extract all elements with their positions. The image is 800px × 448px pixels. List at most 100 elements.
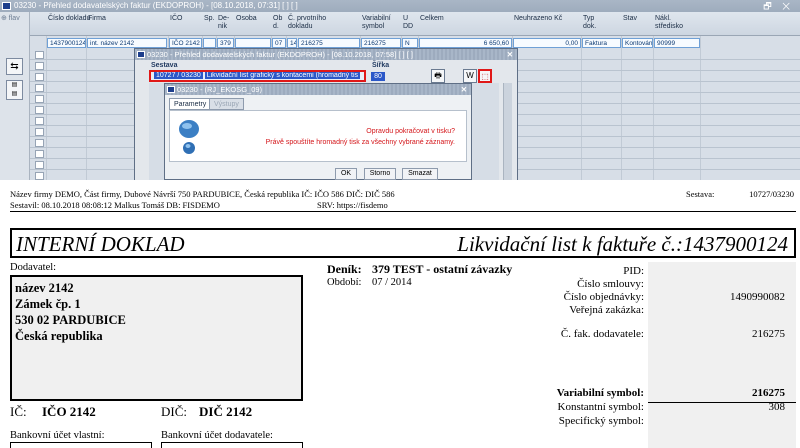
print-preview-icon[interactable]: 🖶 [431,69,445,83]
field-value-constant-symbol: 308 [768,401,786,413]
period-label: Období: [327,277,362,288]
app-logo-icon [167,86,175,93]
dic-label: DIČ: [161,404,187,419]
tab-outputs[interactable]: Výstupy [209,98,244,110]
dialog-title: 03230 - Přehled dodavatelských faktur (E… [147,50,413,59]
cell-d[interactable]: 14 [287,38,297,48]
field-label-contract: Číslo smlouvy: [577,278,644,290]
report-icon[interactable]: ▤ ▤ [6,80,23,100]
title-banner: INTERNÍ DOKLAD Likvidační list k faktuře… [10,228,796,258]
field-label-pid: PID: [623,265,644,277]
ic-value: IČO 2142 [42,404,96,419]
cell-osoba[interactable] [235,38,271,48]
row-checkbox[interactable] [35,106,44,114]
col-header-sestava: Sestava [151,62,178,69]
cell-doc-number[interactable]: 1437900124 [47,38,86,48]
col-header[interactable]: Ob d. [273,15,287,31]
row-checkbox[interactable] [35,62,44,70]
supplier-label: Dodavatel: [10,262,57,273]
cell-state[interactable]: Kontován [622,38,653,48]
doc-title: INTERNÍ DOKLAD [16,232,185,256]
cell-ob[interactable]: 07 [272,38,286,48]
cell-ico[interactable]: IČO 2142 [169,38,202,48]
field-value-supplier-invoice: 216275 [752,328,785,340]
tab-parameters[interactable]: Parametry [169,98,212,110]
cell-denik[interactable]: 379 [217,38,234,48]
cell-udd[interactable]: N [402,38,418,48]
close-icon[interactable]: ✕ [507,49,513,60]
col-header[interactable]: IČO [170,15,182,23]
col-header[interactable]: Typ dok. [583,15,603,31]
col-header[interactable]: Sp. [204,15,215,23]
ok-button[interactable]: OK [335,168,357,180]
cell-sp[interactable] [203,38,216,48]
dialog-title-bar: 03230 - (RJ_EKOSG_09) ✕ [165,84,471,95]
report-name: Likvidační list grafický s kontacemi (hr… [204,72,361,79]
dialog-title: 03230 - (RJ_EKOSG_09) [177,85,263,94]
col-header[interactable]: Neuhrazeno Kč [514,15,562,23]
doc-subtitle: Likvidační list k faktuře č.:1437900124 [457,232,788,256]
filter-icon[interactable]: ⇆ [6,58,23,75]
dic-value: DIČ 2142 [199,404,253,419]
cell-first-doc[interactable]: 216275 [298,38,360,48]
delete-button[interactable]: Smazat [402,168,438,180]
row-checkbox[interactable] [35,73,44,81]
col-header[interactable]: U DD [403,15,415,31]
field-label-constant-symbol: Konstantní symbol: [557,401,644,413]
col-header[interactable]: Č. prvotního dokladu [288,15,348,31]
header-divider [10,211,796,212]
table-row-selected[interactable]: 1437900124 int. název 2142 IČO 2142 379 … [30,38,800,48]
row-checkbox[interactable] [35,117,44,125]
cell-unpaid[interactable]: 0,00 [513,38,581,48]
col-header-sirka: Šířka [372,62,390,69]
report-id-label: Sestava: [686,189,715,199]
col-header[interactable]: Variabilní symbol [362,15,402,31]
report-document: Název firmy DEMO, Část firmy, Dubové Náv… [0,186,800,448]
col-header[interactable]: Firma [88,15,106,23]
row-checkbox[interactable] [35,95,44,103]
window-controls[interactable]: 🗗 ✕ [763,0,794,12]
period-value: 07 / 2014 [372,277,412,288]
cell-doc-type[interactable]: Faktura [582,38,621,48]
cell-var-symbol[interactable]: 216275 [361,38,401,48]
app-logo-icon [2,2,11,10]
supplier-box: název 2142 Zámek čp. 1 530 02 PARDUBICE … [10,275,303,401]
row-checkbox[interactable] [35,128,44,136]
cancel-button[interactable]: Storno [364,168,396,180]
supplier-line: název 2142 [15,281,74,295]
journal-value: 379 TEST - ostatní závazky [372,262,513,276]
row-checkbox[interactable] [35,139,44,147]
bank-supplier-box [161,442,303,448]
confirm-question: Opravdu pokračovat v tisku? [366,128,455,135]
scrollbar[interactable] [503,83,512,180]
col-header[interactable]: Osoba [236,15,257,23]
selected-report-row[interactable]: 10727 / 03230 Likvidační list grafický s… [149,70,366,82]
row-checkbox[interactable] [35,150,44,158]
col-header[interactable]: Nákl. středisko [655,15,700,31]
report-code: 10727 / 03230 [154,72,203,79]
supplier-line: Česká republika [15,329,103,343]
col-header[interactable]: Číslo dokladu [48,15,90,23]
report-width[interactable]: 80 [371,72,385,81]
app-title-bar: 03230 - Přehled dodavatelských faktur (E… [0,0,800,12]
col-header[interactable]: De-nik [218,15,232,31]
cell-cost-center[interactable]: 90999 [654,38,700,48]
row-checkbox[interactable] [35,84,44,92]
app-title: 03230 - Přehled dodavatelských faktur (E… [14,1,298,10]
row-checkbox[interactable] [35,172,44,180]
col-header[interactable]: Celkem [420,15,444,23]
row-checkbox[interactable] [35,161,44,169]
word-icon[interactable]: W [463,69,477,83]
close-icon[interactable]: ✕ [461,84,467,95]
field-value-order: 1490990082 [730,291,785,303]
cell-company[interactable]: int. název 2142 [87,38,167,48]
col-header[interactable]: Stav [623,15,637,23]
dialog-title-bar: 03230 - Přehled dodavatelských faktur (E… [135,49,517,60]
row-checkbox[interactable] [35,51,44,59]
favorites-button[interactable]: ⊕ flav [1,14,20,22]
pdf-icon[interactable]: ⬚ [478,69,492,83]
field-value-variable-symbol: 216275 [752,387,785,399]
company-header: Název firmy DEMO, Část firmy, Dubové Náv… [10,189,395,199]
cell-total[interactable]: 6 650,60 [419,38,512,48]
bank-own-label: Bankovní účet vlastní: [10,430,105,441]
